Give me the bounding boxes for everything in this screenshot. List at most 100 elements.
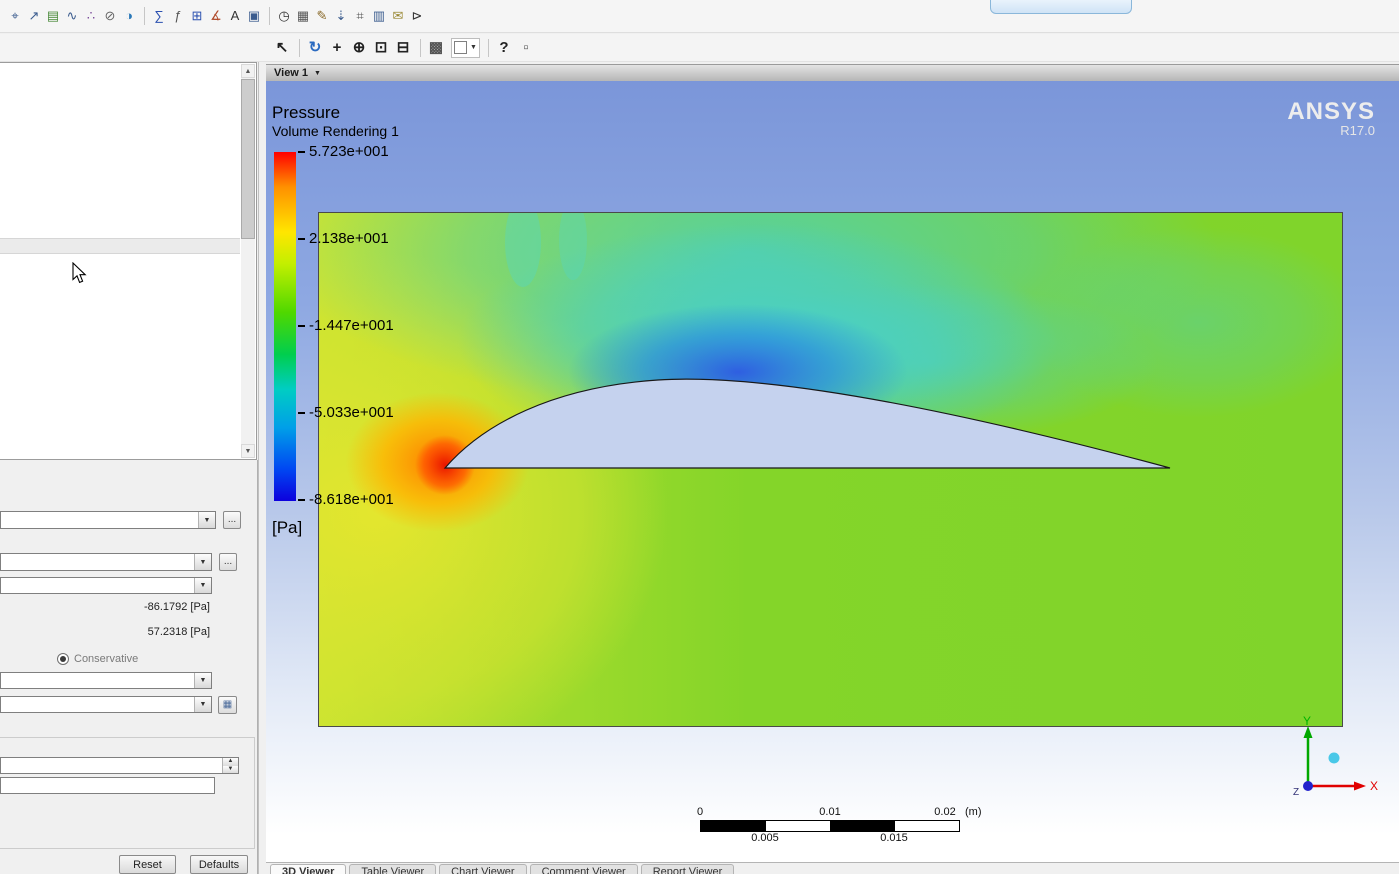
main-toolbar-icons: ⌖ ↗ ▤ ∿ ∴ ⊘ ◑ ∑ ƒ ⊞ ∡ A ▣ ◷ ▦ ✎ ⇣ ⌗ ▥ ✉ ⊳: [6, 6, 427, 26]
color-map-combo[interactable]: ▼: [0, 696, 212, 713]
chart-icon[interactable]: ∡: [207, 6, 225, 26]
defaults-button[interactable]: Defaults: [190, 855, 248, 874]
legend-tick-mark: [298, 499, 305, 501]
probe-what-icon[interactable]: ?: [494, 37, 514, 58]
details-panel: ▼ ... ▼ ... ▼ -86.1792 [Pa] 57.2318 [Pa]…: [0, 460, 258, 874]
probe-icon[interactable]: ⇣: [332, 6, 350, 26]
legend-subtitle: Volume Rendering 1: [272, 123, 399, 139]
table-icon[interactable]: ⊞: [188, 6, 206, 26]
ruler-bottom-labels: 0.005 0.015: [700, 832, 990, 845]
quick-editor-icon[interactable]: ✎: [313, 6, 331, 26]
scrollbar-thumb[interactable]: [241, 79, 255, 239]
tab-3d-viewer[interactable]: 3D Viewer: [270, 864, 347, 874]
chevron-down-icon[interactable]: ▼: [194, 673, 211, 688]
contour-icon[interactable]: ▤: [44, 6, 62, 26]
timestep-selector-icon[interactable]: ◷: [275, 6, 293, 26]
comment-icon[interactable]: ✉: [389, 6, 407, 26]
tab-report-viewer[interactable]: Report Viewer: [640, 864, 735, 874]
particle-track-icon[interactable]: ∴: [82, 6, 100, 26]
floating-window-fragment: [990, 0, 1132, 14]
legend-tick-mark: [298, 238, 305, 240]
max-value: 57.2318 [Pa]: [147, 626, 210, 638]
tree-scrollbar[interactable]: ▲ ▼: [241, 64, 255, 458]
slideshow-icon[interactable]: ⊳: [408, 6, 426, 26]
select-icon[interactable]: ↖: [272, 37, 292, 58]
range-combo[interactable]: ▼: [0, 577, 212, 594]
viewer-toolbar-icons: ↖ ↻ + ⊕ ⊡ ⊟ ▩ ▼? ▫: [272, 37, 538, 58]
tab-comment-viewer[interactable]: Comment Viewer: [529, 864, 638, 874]
spin-up-icon[interactable]: ▲: [223, 758, 238, 766]
pressure-contour-field: [318, 212, 1343, 727]
transparency-input[interactable]: [0, 777, 215, 794]
ruler-label: 0.005: [751, 832, 779, 844]
tree-splitter[interactable]: [0, 238, 240, 254]
legend-unit: [Pa]: [272, 518, 303, 537]
chevron-down-icon: ▼: [314, 69, 321, 77]
resolution-spinner[interactable]: ▲ ▼: [0, 757, 239, 774]
ansys-version-text: R17.0: [1340, 123, 1375, 138]
pan-icon[interactable]: +: [327, 37, 347, 58]
legend-tick-label: -8.618e+001: [309, 491, 394, 508]
color-map-edit-button[interactable]: ▦: [218, 696, 237, 714]
view-header-dropdown[interactable]: View 1 ▼: [266, 64, 1399, 81]
view-label: View 1: [274, 67, 309, 79]
ruler-segment: [894, 821, 959, 831]
vector-icon[interactable]: ↗: [25, 6, 43, 26]
scroll-down-icon[interactable]: ▼: [241, 444, 255, 458]
function-calculator-icon[interactable]: ⌗: [351, 6, 369, 26]
figure-icon[interactable]: ▣: [245, 6, 263, 26]
domains-combo[interactable]: ▼: [0, 511, 216, 529]
legend-tick-mark: [298, 151, 305, 153]
zoom-icon[interactable]: ⊕: [349, 37, 369, 58]
chevron-down-icon[interactable]: ▼: [198, 512, 215, 528]
ruler-label: 0.01: [819, 806, 841, 818]
conservative-radio-label: Conservative: [74, 653, 139, 665]
color-scale-combo[interactable]: ▼: [0, 672, 212, 689]
location-icon[interactable]: ⌖: [6, 6, 24, 26]
domains-browse-button[interactable]: ...: [223, 511, 241, 529]
3d-viewport[interactable]: Pressure Volume Rendering 1 5.723e+001 2.…: [266, 81, 1399, 874]
zoom-fit-icon[interactable]: ⊟: [393, 37, 413, 58]
clip-plane-icon[interactable]: ⊘: [101, 6, 119, 26]
y-axis-label: Y: [1303, 716, 1311, 728]
render-options-icon[interactable]: ▩: [426, 37, 446, 58]
variable-icon[interactable]: ƒ: [169, 6, 187, 26]
chevron-down-icon[interactable]: ▼: [194, 578, 211, 593]
view-direction-combo[interactable]: ▼: [451, 37, 480, 58]
outline-tree-panel[interactable]: ▲ ▼: [0, 62, 257, 460]
expression-icon[interactable]: ∑: [150, 6, 168, 26]
spinner-buttons[interactable]: ▲ ▼: [222, 758, 238, 773]
chevron-down-icon[interactable]: ▼: [194, 697, 211, 712]
streamline-icon[interactable]: ∿: [63, 6, 81, 26]
animation-icon[interactable]: ▦: [294, 6, 312, 26]
legend-tick-label: 2.138e+001: [309, 230, 389, 247]
reset-button[interactable]: Reset: [119, 855, 176, 874]
radio-dot: [60, 656, 66, 662]
ruler-bar: [700, 820, 960, 832]
conservative-radio[interactable]: [57, 653, 69, 665]
variable-browse-button[interactable]: ...: [219, 553, 237, 571]
zoom-box-icon[interactable]: ⊡: [371, 37, 391, 58]
tab-chart-viewer[interactable]: Chart Viewer: [439, 864, 527, 874]
variable-combo[interactable]: ▼: [0, 553, 212, 571]
chevron-down-icon[interactable]: ▼: [194, 554, 211, 570]
viewer-tabs: 3D Viewer Table Viewer Chart Viewer Comment…: [266, 862, 1399, 874]
text-icon[interactable]: A: [226, 6, 244, 26]
volume-rendering-icon[interactable]: ◑: [120, 6, 138, 26]
ruler-label: 0: [696, 806, 704, 818]
legend-tick-mark: [298, 412, 305, 414]
z-axis-dot: [1303, 781, 1313, 791]
legend-visibility-icon[interactable]: ▫: [516, 37, 536, 58]
report-templates-icon[interactable]: ▥: [370, 6, 388, 26]
panel-divider[interactable]: [258, 62, 259, 874]
highlight-sphere: [1328, 752, 1340, 764]
spin-down-icon[interactable]: ▼: [223, 765, 238, 773]
legend-tick-mark: [298, 325, 305, 327]
tab-table-viewer[interactable]: Table Viewer: [349, 864, 437, 874]
rotate-icon[interactable]: ↻: [305, 37, 325, 58]
ruler-segment: [765, 821, 830, 831]
toolbar-separator: [487, 38, 489, 57]
ansys-brand-text: ANSYS: [1287, 98, 1375, 125]
toolbar-separator: [269, 7, 270, 25]
scroll-up-icon[interactable]: ▲: [241, 64, 255, 78]
